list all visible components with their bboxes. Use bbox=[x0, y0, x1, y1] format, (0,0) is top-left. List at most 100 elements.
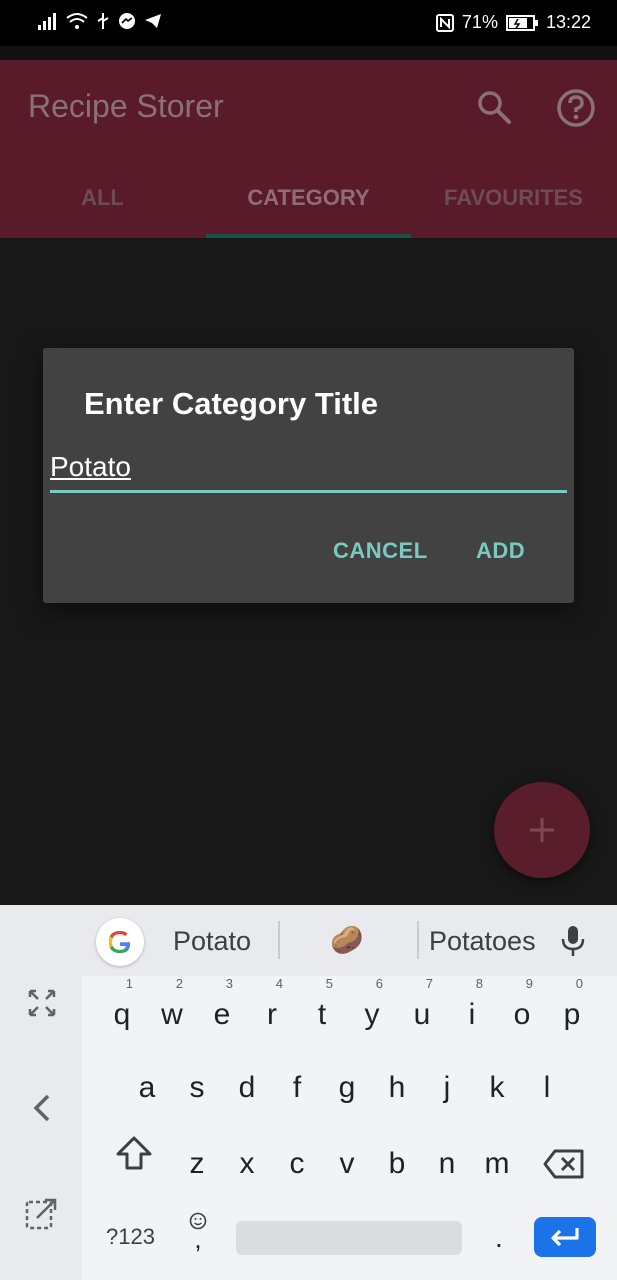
search-button[interactable] bbox=[473, 86, 515, 128]
suggestion-divider bbox=[417, 921, 419, 959]
key-x[interactable]: x bbox=[222, 1134, 272, 1194]
tab-all[interactable]: ALL bbox=[0, 178, 205, 222]
key-hint: 9 bbox=[525, 976, 533, 991]
key-hint: 7 bbox=[425, 976, 433, 991]
key-row-1: 1q 2w 3e 4r 5t 6y 7u 8i 9o 0p bbox=[97, 977, 607, 1045]
symbols-key[interactable]: ?123 bbox=[106, 1224, 155, 1250]
clock: 13:22 bbox=[545, 12, 591, 32]
key-j[interactable]: j bbox=[422, 1058, 472, 1118]
key-m[interactable]: m bbox=[472, 1134, 522, 1194]
key-u[interactable]: 7u bbox=[397, 977, 447, 1045]
key-label: o bbox=[513, 998, 531, 1031]
key-n[interactable]: n bbox=[422, 1134, 472, 1194]
category-title-input[interactable] bbox=[50, 444, 567, 493]
clipboard-button[interactable] bbox=[25, 1196, 59, 1235]
shift-icon bbox=[116, 1136, 152, 1170]
add-fab-button[interactable] bbox=[494, 782, 590, 878]
key-k[interactable]: k bbox=[472, 1058, 522, 1118]
chevron-left-icon bbox=[33, 1094, 50, 1122]
key-w[interactable]: 2w bbox=[147, 977, 197, 1045]
key-y[interactable]: 6y bbox=[347, 977, 397, 1045]
key-label: e bbox=[213, 998, 231, 1031]
tab-category[interactable]: CATEGORY bbox=[206, 178, 411, 222]
google-icon bbox=[109, 931, 131, 953]
key-b[interactable]: b bbox=[372, 1134, 422, 1194]
suggestion-1[interactable]: Potato bbox=[173, 926, 251, 957]
dialog-title: Enter Category Title bbox=[84, 386, 379, 421]
key-hint: 1 bbox=[125, 976, 133, 991]
messenger-icon bbox=[119, 13, 135, 29]
key-l[interactable]: l bbox=[522, 1058, 572, 1118]
key-z[interactable]: z bbox=[172, 1134, 222, 1194]
key-a[interactable]: a bbox=[122, 1058, 172, 1118]
back-button[interactable] bbox=[30, 1092, 54, 1129]
key-i[interactable]: 8i bbox=[447, 977, 497, 1045]
suggestion-3[interactable]: Potatoes bbox=[429, 926, 536, 957]
resize-keyboard-button[interactable] bbox=[27, 988, 57, 1023]
key-d[interactable]: d bbox=[222, 1058, 272, 1118]
open-external-icon bbox=[25, 1198, 57, 1230]
key-hint: 3 bbox=[225, 976, 233, 991]
key-hint: 4 bbox=[275, 976, 283, 991]
key-g[interactable]: g bbox=[322, 1058, 372, 1118]
add-button[interactable]: ADD bbox=[476, 538, 525, 564]
enter-icon bbox=[551, 1228, 579, 1247]
app-title: Recipe Storer bbox=[28, 88, 224, 124]
battery-percent: 71% bbox=[461, 12, 498, 32]
status-bar: 71% 13:22 bbox=[0, 0, 617, 46]
key-s[interactable]: s bbox=[172, 1058, 222, 1118]
tab-favourites[interactable]: FAVOURITES bbox=[411, 178, 616, 222]
shift-key[interactable] bbox=[112, 1134, 156, 1179]
backspace-key[interactable] bbox=[543, 1148, 585, 1185]
battery-icon bbox=[505, 14, 538, 31]
plus-icon bbox=[530, 818, 554, 842]
key-label: p bbox=[563, 998, 581, 1031]
key-o[interactable]: 9o bbox=[497, 977, 547, 1045]
key-label: y bbox=[364, 998, 380, 1031]
key-label: i bbox=[468, 998, 476, 1031]
key-label: q bbox=[113, 998, 131, 1031]
key-hint: 6 bbox=[375, 976, 383, 991]
usb-icon bbox=[97, 13, 109, 29]
space-key[interactable] bbox=[236, 1221, 462, 1255]
key-v[interactable]: v bbox=[322, 1134, 372, 1194]
cancel-button[interactable]: CANCEL bbox=[333, 538, 428, 564]
wifi-icon bbox=[66, 13, 88, 29]
emoji-comma-key[interactable]: , bbox=[186, 1212, 210, 1256]
key-label: t bbox=[317, 998, 327, 1031]
enter-key[interactable] bbox=[534, 1217, 596, 1257]
mic-icon bbox=[561, 926, 585, 956]
key-t[interactable]: 5t bbox=[297, 977, 347, 1045]
period-key[interactable]: . bbox=[495, 1222, 503, 1254]
backspace-icon bbox=[543, 1149, 584, 1179]
suggestion-2[interactable]: 🥔 bbox=[330, 924, 364, 956]
key-h[interactable]: h bbox=[372, 1058, 422, 1118]
key-label: w bbox=[161, 998, 183, 1031]
expand-icon bbox=[28, 989, 56, 1017]
key-label: r bbox=[267, 998, 277, 1031]
key-r[interactable]: 4r bbox=[247, 977, 297, 1045]
key-e[interactable]: 3e bbox=[197, 977, 247, 1045]
key-hint: 2 bbox=[175, 976, 183, 991]
status-icons-left bbox=[38, 12, 162, 30]
key-row-2: a s d f g h j k l bbox=[122, 1058, 582, 1118]
comma-label: , bbox=[194, 1224, 202, 1254]
key-row-3: z x c v b n m bbox=[172, 1134, 522, 1194]
search-icon bbox=[478, 91, 511, 124]
google-button[interactable] bbox=[96, 918, 144, 966]
signal-icon bbox=[38, 13, 56, 30]
key-label: u bbox=[413, 998, 431, 1031]
key-p[interactable]: 0p bbox=[547, 977, 597, 1045]
status-icons-right: 71% 13:22 bbox=[435, 12, 591, 33]
telegram-icon bbox=[145, 14, 161, 28]
help-button[interactable] bbox=[554, 86, 598, 130]
key-hint: 5 bbox=[325, 976, 333, 991]
key-f[interactable]: f bbox=[272, 1058, 322, 1118]
key-c[interactable]: c bbox=[272, 1134, 322, 1194]
mic-button[interactable] bbox=[560, 924, 586, 963]
add-category-dialog: Enter Category Title CANCEL ADD bbox=[43, 348, 574, 603]
key-hint: 8 bbox=[475, 976, 483, 991]
key-hint: 0 bbox=[575, 976, 583, 991]
key-q[interactable]: 1q bbox=[97, 977, 147, 1045]
status-strip bbox=[0, 46, 617, 60]
